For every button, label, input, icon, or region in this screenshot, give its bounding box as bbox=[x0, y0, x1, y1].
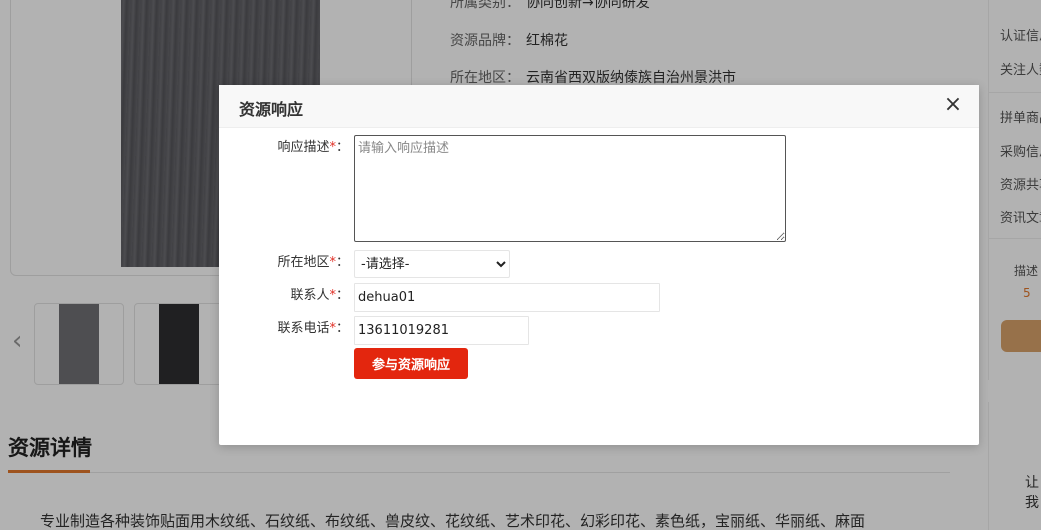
contact-input[interactable] bbox=[354, 283, 660, 312]
description-label: 响应描述*： bbox=[277, 140, 349, 155]
region-select[interactable]: -请选择- bbox=[354, 250, 510, 278]
contact-label: 联系人*： bbox=[290, 288, 349, 303]
description-textarea[interactable] bbox=[354, 135, 786, 242]
modal-title: 资源响应 bbox=[239, 100, 304, 119]
submit-response-button[interactable]: 参与资源响应 bbox=[354, 348, 468, 379]
region-label: 所在地区*： bbox=[277, 255, 349, 270]
modal-header: 资源响应 × bbox=[219, 85, 979, 128]
phone-label: 联系电话*： bbox=[277, 321, 349, 336]
phone-input[interactable] bbox=[354, 316, 529, 345]
close-icon[interactable]: × bbox=[941, 93, 965, 117]
resource-response-modal: 资源响应 × 响应描述*： 所在地区*： -请选择- 联系人*： 联系电话*： … bbox=[219, 85, 979, 445]
